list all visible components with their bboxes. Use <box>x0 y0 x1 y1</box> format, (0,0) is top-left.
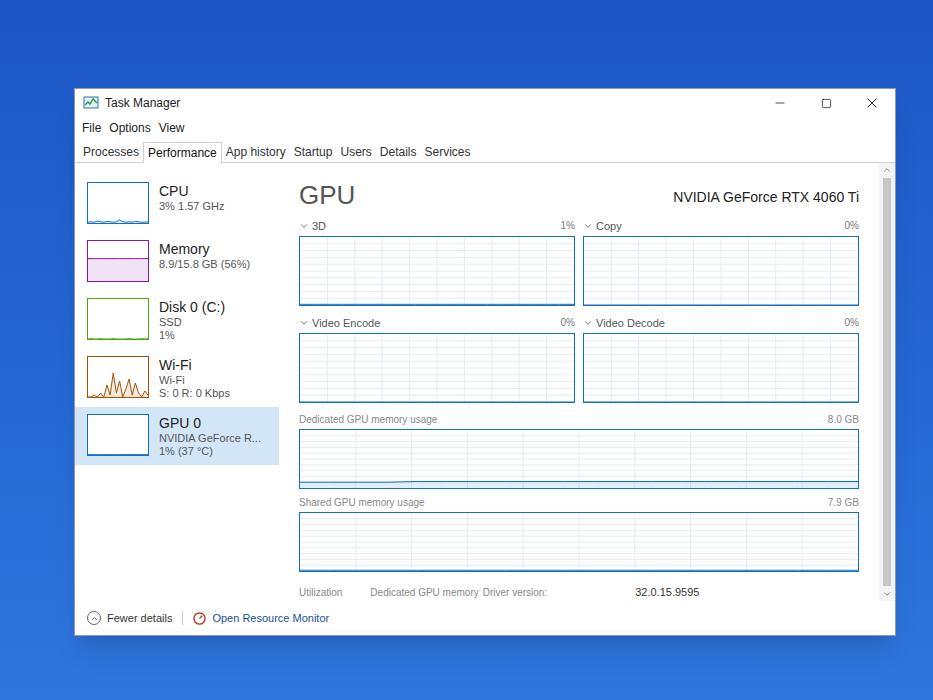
engine-graph: Video Decode 0% <box>583 316 859 403</box>
engine-graph: Video Encode 0% <box>299 316 575 403</box>
sidebar-item[interactable]: CPU3% 1.57 GHz <box>75 175 279 233</box>
item-detail: S: 0 R: 0 Kbps <box>159 387 230 400</box>
graph-label: Dedicated GPU memory usage <box>299 413 437 426</box>
item-name: CPU <box>159 182 224 200</box>
usage-chart <box>300 237 574 305</box>
engine-graph: Copy 0% <box>583 219 859 306</box>
graph-reading: 7.9 GB <box>828 496 859 509</box>
tab[interactable]: Startup <box>290 142 337 162</box>
close-icon <box>864 95 880 111</box>
thumbnail-chart <box>88 183 148 223</box>
fewer-details-button[interactable]: Fewer details <box>87 610 172 627</box>
graph-reading: 0% <box>845 316 859 330</box>
minimize-icon <box>773 96 787 110</box>
usage-chart <box>584 334 858 402</box>
graph-reading: 1% <box>561 219 575 233</box>
item-detail: Wi-Fi <box>159 374 230 387</box>
graph-label[interactable]: Video Decode <box>596 316 665 330</box>
resource-monitor-icon <box>193 612 206 625</box>
thumbnail-graph <box>87 414 149 456</box>
task-manager-window: Task ManagerFileOptionsViewProcessesPerf… <box>74 88 896 636</box>
graph-label[interactable]: Copy <box>596 219 622 233</box>
thumbnail-chart <box>88 241 148 281</box>
item-detail: 3% 1.57 GHz <box>159 200 224 213</box>
sidebar-item[interactable]: Disk 0 (C:)SSD1% <box>75 291 279 349</box>
chevron-down-icon[interactable] <box>299 318 309 328</box>
chevron-down-icon[interactable] <box>583 221 593 231</box>
engine-graphs: 3D 1% Copy 0% Video Encode 0% Video Decode 0% <box>299 219 859 403</box>
tab[interactable]: App history <box>222 142 290 162</box>
thumbnail-chart <box>88 299 148 339</box>
collapse-icon <box>87 611 101 625</box>
graph-label[interactable]: Video Encode <box>312 316 380 330</box>
graph-label: Shared GPU memory usage <box>299 496 425 509</box>
device-name: NVIDIA GeForce RTX 4060 Ti <box>673 187 859 207</box>
resource-monitor-link[interactable]: Open Resource Monitor <box>193 610 329 627</box>
scrollbar[interactable] <box>879 163 895 601</box>
tab[interactable]: Users <box>336 142 375 162</box>
item-name: Memory <box>159 240 250 258</box>
item-name: GPU 0 <box>159 414 261 432</box>
menu-item[interactable]: File <box>79 119 104 137</box>
chevron-down-icon[interactable] <box>583 318 593 328</box>
footer: Fewer details Open Resource Monitor <box>75 601 895 635</box>
thumbnail-graph <box>87 182 149 224</box>
memory-chart <box>300 513 858 571</box>
thumbnail-graph <box>87 356 149 398</box>
driver-label: Driver version: <box>483 585 547 600</box>
item-detail: 1% <box>159 329 225 342</box>
driver-version: 32.0.15.9595 <box>635 584 699 601</box>
maximize-icon <box>821 98 832 109</box>
sidebar-item[interactable]: Wi-FiWi-FiS: 0 R: 0 Kbps <box>75 349 279 407</box>
body: CPU3% 1.57 GHzMemory8.9/15.8 GB (56%)Dis… <box>75 163 895 601</box>
chevron-down-icon[interactable] <box>299 221 309 231</box>
maximize-button[interactable] <box>803 89 849 117</box>
tab[interactable]: Details <box>376 142 421 162</box>
thumbnail-graph <box>87 240 149 282</box>
graph-reading: 8.0 GB <box>828 413 859 426</box>
sidebar-item[interactable]: GPU 0NVIDIA GeForce R...1% (37 °C) <box>75 407 279 465</box>
title-bar[interactable]: Task Manager <box>75 89 895 117</box>
stat-label: Dedicated GPU memory <box>370 585 478 600</box>
graph-reading: 0% <box>561 316 575 330</box>
item-detail: 1% (37 °C) <box>159 445 261 458</box>
memory-chart <box>300 430 858 488</box>
main-panel: GPUNVIDIA GeForce RTX 4060 Ti3D1%Copy0%V… <box>279 163 879 601</box>
usage-chart <box>300 334 574 402</box>
graph-reading: 0% <box>845 219 859 233</box>
thumbnail-chart <box>88 415 148 455</box>
sidebar-item[interactable]: Memory8.9/15.8 GB (56%) <box>75 233 279 291</box>
item-detail: SSD <box>159 316 225 329</box>
scroll-up-icon[interactable] <box>882 165 892 175</box>
item-name: Disk 0 (C:) <box>159 298 225 316</box>
item-name: Wi-Fi <box>159 356 230 374</box>
minimize-button[interactable] <box>757 89 803 117</box>
tab[interactable]: Processes <box>79 142 143 162</box>
item-detail: 8.9/15.8 GB (56%) <box>159 258 250 271</box>
item-detail: NVIDIA GeForce R... <box>159 432 261 445</box>
graph-label[interactable]: 3D <box>312 219 326 233</box>
menu-bar: FileOptionsView <box>75 117 895 139</box>
menu-item[interactable]: View <box>156 119 188 137</box>
menu-item[interactable]: Options <box>106 119 153 137</box>
window-title: Task Manager <box>105 94 180 112</box>
panel-title: GPU <box>299 179 355 211</box>
engine-graph: 3D 1% <box>299 219 575 306</box>
desktop: Task ManagerFileOptionsViewProcessesPerf… <box>0 0 933 700</box>
memory-graph: Shared GPU memory usage 7.9 GB <box>299 496 859 572</box>
scroll-down-icon[interactable] <box>882 589 892 599</box>
memory-graph: Dedicated GPU memory usage 8.0 GB <box>299 413 859 489</box>
stat-label: Utilization <box>299 585 342 600</box>
scroll-thumb[interactable] <box>883 178 891 586</box>
tab[interactable]: Performance <box>143 142 222 163</box>
sidebar: CPU3% 1.57 GHzMemory8.9/15.8 GB (56%)Dis… <box>75 163 279 601</box>
tab-bar: ProcessesPerformanceApp historyStartupUs… <box>75 139 895 163</box>
thumbnail-graph <box>87 298 149 340</box>
close-button[interactable] <box>849 89 895 117</box>
task-manager-icon <box>83 95 99 111</box>
stats-row: Utilization Dedicated GPU memory Driver ve… <box>299 584 859 601</box>
thumbnail-chart <box>88 357 148 397</box>
tab[interactable]: Services <box>421 142 475 162</box>
usage-chart <box>584 237 858 305</box>
